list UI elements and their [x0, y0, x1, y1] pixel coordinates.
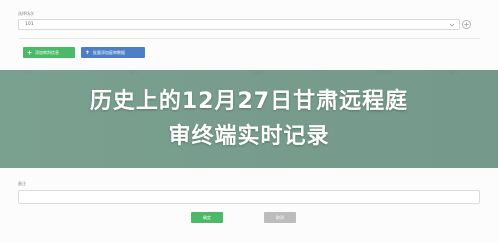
headline-line-2: 审终端实时记录: [168, 124, 330, 149]
dialog-page: 选择场次 101 添加审判信息 批量添加庭审数据 序号 案号 当事人 开庭时间 …: [0, 0, 498, 243]
headline-line-1: 历史上的12月27日甘肃远程庭: [89, 89, 409, 114]
session-select-value: 101: [25, 22, 34, 27]
remarks-textarea[interactable]: [18, 190, 480, 204]
add-record-button[interactable]: 添加审判信息: [23, 47, 75, 58]
session-select[interactable]: 101: [18, 19, 460, 30]
select-label: 选择场次: [18, 11, 34, 16]
add-record-label: 添加审判信息: [35, 50, 59, 55]
cancel-button[interactable]: 取消: [264, 212, 296, 223]
add-icon[interactable]: [462, 20, 471, 29]
headline-banner: [0, 70, 498, 168]
batch-add-button[interactable]: 批量添加庭审数据: [81, 47, 145, 58]
confirm-button[interactable]: 确定: [191, 212, 223, 223]
divider: [18, 38, 480, 39]
plus-icon: [27, 50, 32, 55]
upload-icon: [85, 50, 90, 54]
remarks-label: 备注: [18, 181, 26, 186]
batch-add-label: 批量添加庭审数据: [93, 50, 125, 55]
chevron-down-icon: [449, 23, 455, 27]
